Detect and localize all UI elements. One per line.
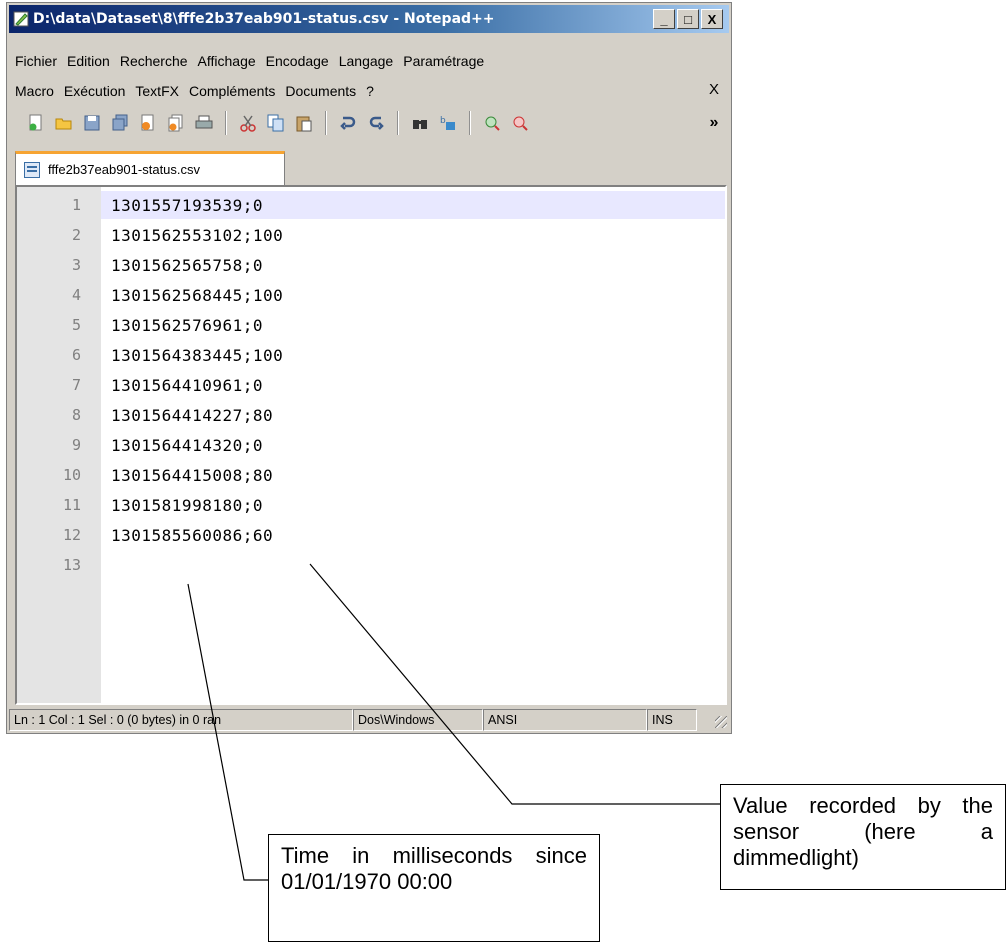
toolbar-separator	[225, 111, 227, 135]
editor-line[interactable]: 4 1301562568445;100	[17, 281, 725, 309]
status-bar: Ln : 1 Col : 1 Sel : 0 (0 bytes) in 0 ra…	[9, 707, 729, 733]
menu-langage[interactable]: Langage	[339, 53, 394, 69]
paste-icon[interactable]	[293, 112, 315, 134]
line-text: 1301562553102;100	[111, 225, 284, 245]
menu-bar-row-1: Fichier Edition Recherche Affichage Enco…	[15, 49, 484, 73]
menu-help[interactable]: ?	[366, 83, 374, 99]
save-icon[interactable]	[81, 112, 103, 134]
line-number: 7	[71, 376, 81, 394]
editor-line[interactable]: 12 1301585560086;60	[17, 521, 725, 549]
toolbar-overflow-button[interactable]: »	[703, 112, 725, 134]
menu-parametrage[interactable]: Paramétrage	[403, 53, 484, 69]
close-icon[interactable]	[137, 112, 159, 134]
line-text: 1301581998180;0	[111, 495, 263, 515]
editor-line[interactable]: 3 1301562565758;0	[17, 251, 725, 279]
line-number: 6	[71, 346, 81, 364]
menu-recherche[interactable]: Recherche	[120, 53, 188, 69]
toolbar-separator	[469, 111, 471, 135]
print-icon[interactable]	[193, 112, 215, 134]
line-text: 1301562568445;100	[111, 285, 284, 305]
editor-line[interactable]: 5 1301562576961;0	[17, 311, 725, 339]
file-icon	[24, 161, 40, 178]
editor-line[interactable]: 8 1301564414227;80	[17, 401, 725, 429]
line-number: 13	[62, 556, 81, 574]
line-number: 12	[62, 526, 81, 544]
menu-affichage[interactable]: Affichage	[198, 53, 256, 69]
find-icon[interactable]	[409, 112, 431, 134]
line-number: 8	[71, 406, 81, 424]
status-eol: Dos\Windows	[353, 709, 483, 731]
replace-icon[interactable]: b	[437, 112, 459, 134]
zoom-out-icon[interactable]	[509, 112, 531, 134]
line-text: 1301564414320;0	[111, 435, 263, 455]
status-encoding: ANSI	[483, 709, 647, 731]
editor-line[interactable]: 10 1301564415008;80	[17, 461, 725, 489]
line-text: 1301585560086;60	[111, 525, 274, 545]
close-document-button[interactable]: X	[709, 81, 719, 98]
line-text: 1301562576961;0	[111, 315, 263, 335]
line-number: 3	[71, 256, 81, 274]
new-file-icon[interactable]	[25, 112, 47, 134]
minimize-button[interactable]: _	[653, 9, 675, 29]
line-text: 1301564410961;0	[111, 375, 263, 395]
status-insert-mode: INS	[647, 709, 697, 731]
toolbar: b »	[13, 107, 725, 139]
resize-grip-icon[interactable]	[709, 710, 729, 730]
close-all-icon[interactable]	[165, 112, 187, 134]
line-text: 1301564383445;100	[111, 345, 284, 365]
menu-macro[interactable]: Macro	[15, 83, 54, 99]
editor-line[interactable]: 2 1301562553102;100	[17, 221, 725, 249]
line-highlight	[101, 551, 725, 579]
svg-text:b: b	[440, 116, 446, 126]
line-text: 1301557193539;0	[111, 195, 263, 215]
menu-fichier[interactable]: Fichier	[15, 53, 57, 69]
menu-execution[interactable]: Exécution	[64, 83, 125, 99]
tab-label: fffe2b37eab901-status.csv	[48, 162, 201, 177]
zoom-in-icon[interactable]	[481, 112, 503, 134]
menu-documents[interactable]: Documents	[285, 83, 356, 99]
undo-icon[interactable]	[337, 112, 359, 134]
title-bar[interactable]: D:\data\Dataset\8\fffe2b37eab901-status.…	[9, 5, 729, 33]
menu-edition[interactable]: Edition	[67, 53, 110, 69]
line-number: 9	[71, 436, 81, 454]
status-position: Ln : 1 Col : 1 Sel : 0 (0 bytes) in 0 ra…	[9, 709, 353, 731]
line-number: 1	[71, 196, 81, 214]
window-title: D:\data\Dataset\8\fffe2b37eab901-status.…	[33, 11, 495, 27]
toolbar-separator	[397, 111, 399, 135]
line-text: 1301564414227;80	[111, 405, 274, 425]
close-window-button[interactable]: X	[701, 9, 723, 29]
maximize-button[interactable]: □	[677, 9, 699, 29]
value-callout: Value recorded by the sensor (here a dim…	[720, 784, 1006, 890]
cut-icon[interactable]	[237, 112, 259, 134]
editor-area[interactable]: 1 1301557193539;0 2 1301562553102;100 3 13015…	[15, 185, 727, 705]
notepadpp-app-icon	[13, 11, 29, 27]
editor-line[interactable]: 13	[17, 551, 725, 579]
line-number: 2	[71, 226, 81, 244]
line-text: 1301562565758;0	[111, 255, 263, 275]
editor-line[interactable]: 7 1301564410961;0	[17, 371, 725, 399]
line-number: 5	[71, 316, 81, 334]
menu-encodage[interactable]: Encodage	[266, 53, 329, 69]
menu-bar-row-2: Macro Exécution TextFX Compléments Docum…	[15, 79, 374, 103]
line-number: 10	[62, 466, 81, 484]
copy-icon[interactable]	[265, 112, 287, 134]
tab-document[interactable]: fffe2b37eab901-status.csv	[15, 151, 285, 185]
open-file-icon[interactable]	[53, 112, 75, 134]
line-number: 4	[71, 286, 81, 304]
line-text: 1301564415008;80	[111, 465, 274, 485]
time-callout: Time in milliseconds since 01/01/1970 00…	[268, 834, 600, 942]
save-all-icon[interactable]	[109, 112, 131, 134]
editor-line[interactable]: 9 1301564414320;0	[17, 431, 725, 459]
redo-icon[interactable]	[365, 112, 387, 134]
notepadpp-window: D:\data\Dataset\8\fffe2b37eab901-status.…	[6, 2, 732, 734]
menu-complements[interactable]: Compléments	[189, 83, 275, 99]
menu-textfx[interactable]: TextFX	[135, 83, 179, 99]
editor-line[interactable]: 11 1301581998180;0	[17, 491, 725, 519]
line-number: 11	[62, 496, 81, 514]
toolbar-separator	[325, 111, 327, 135]
editor-line[interactable]: 1 1301557193539;0	[17, 191, 725, 219]
editor-line[interactable]: 6 1301564383445;100	[17, 341, 725, 369]
